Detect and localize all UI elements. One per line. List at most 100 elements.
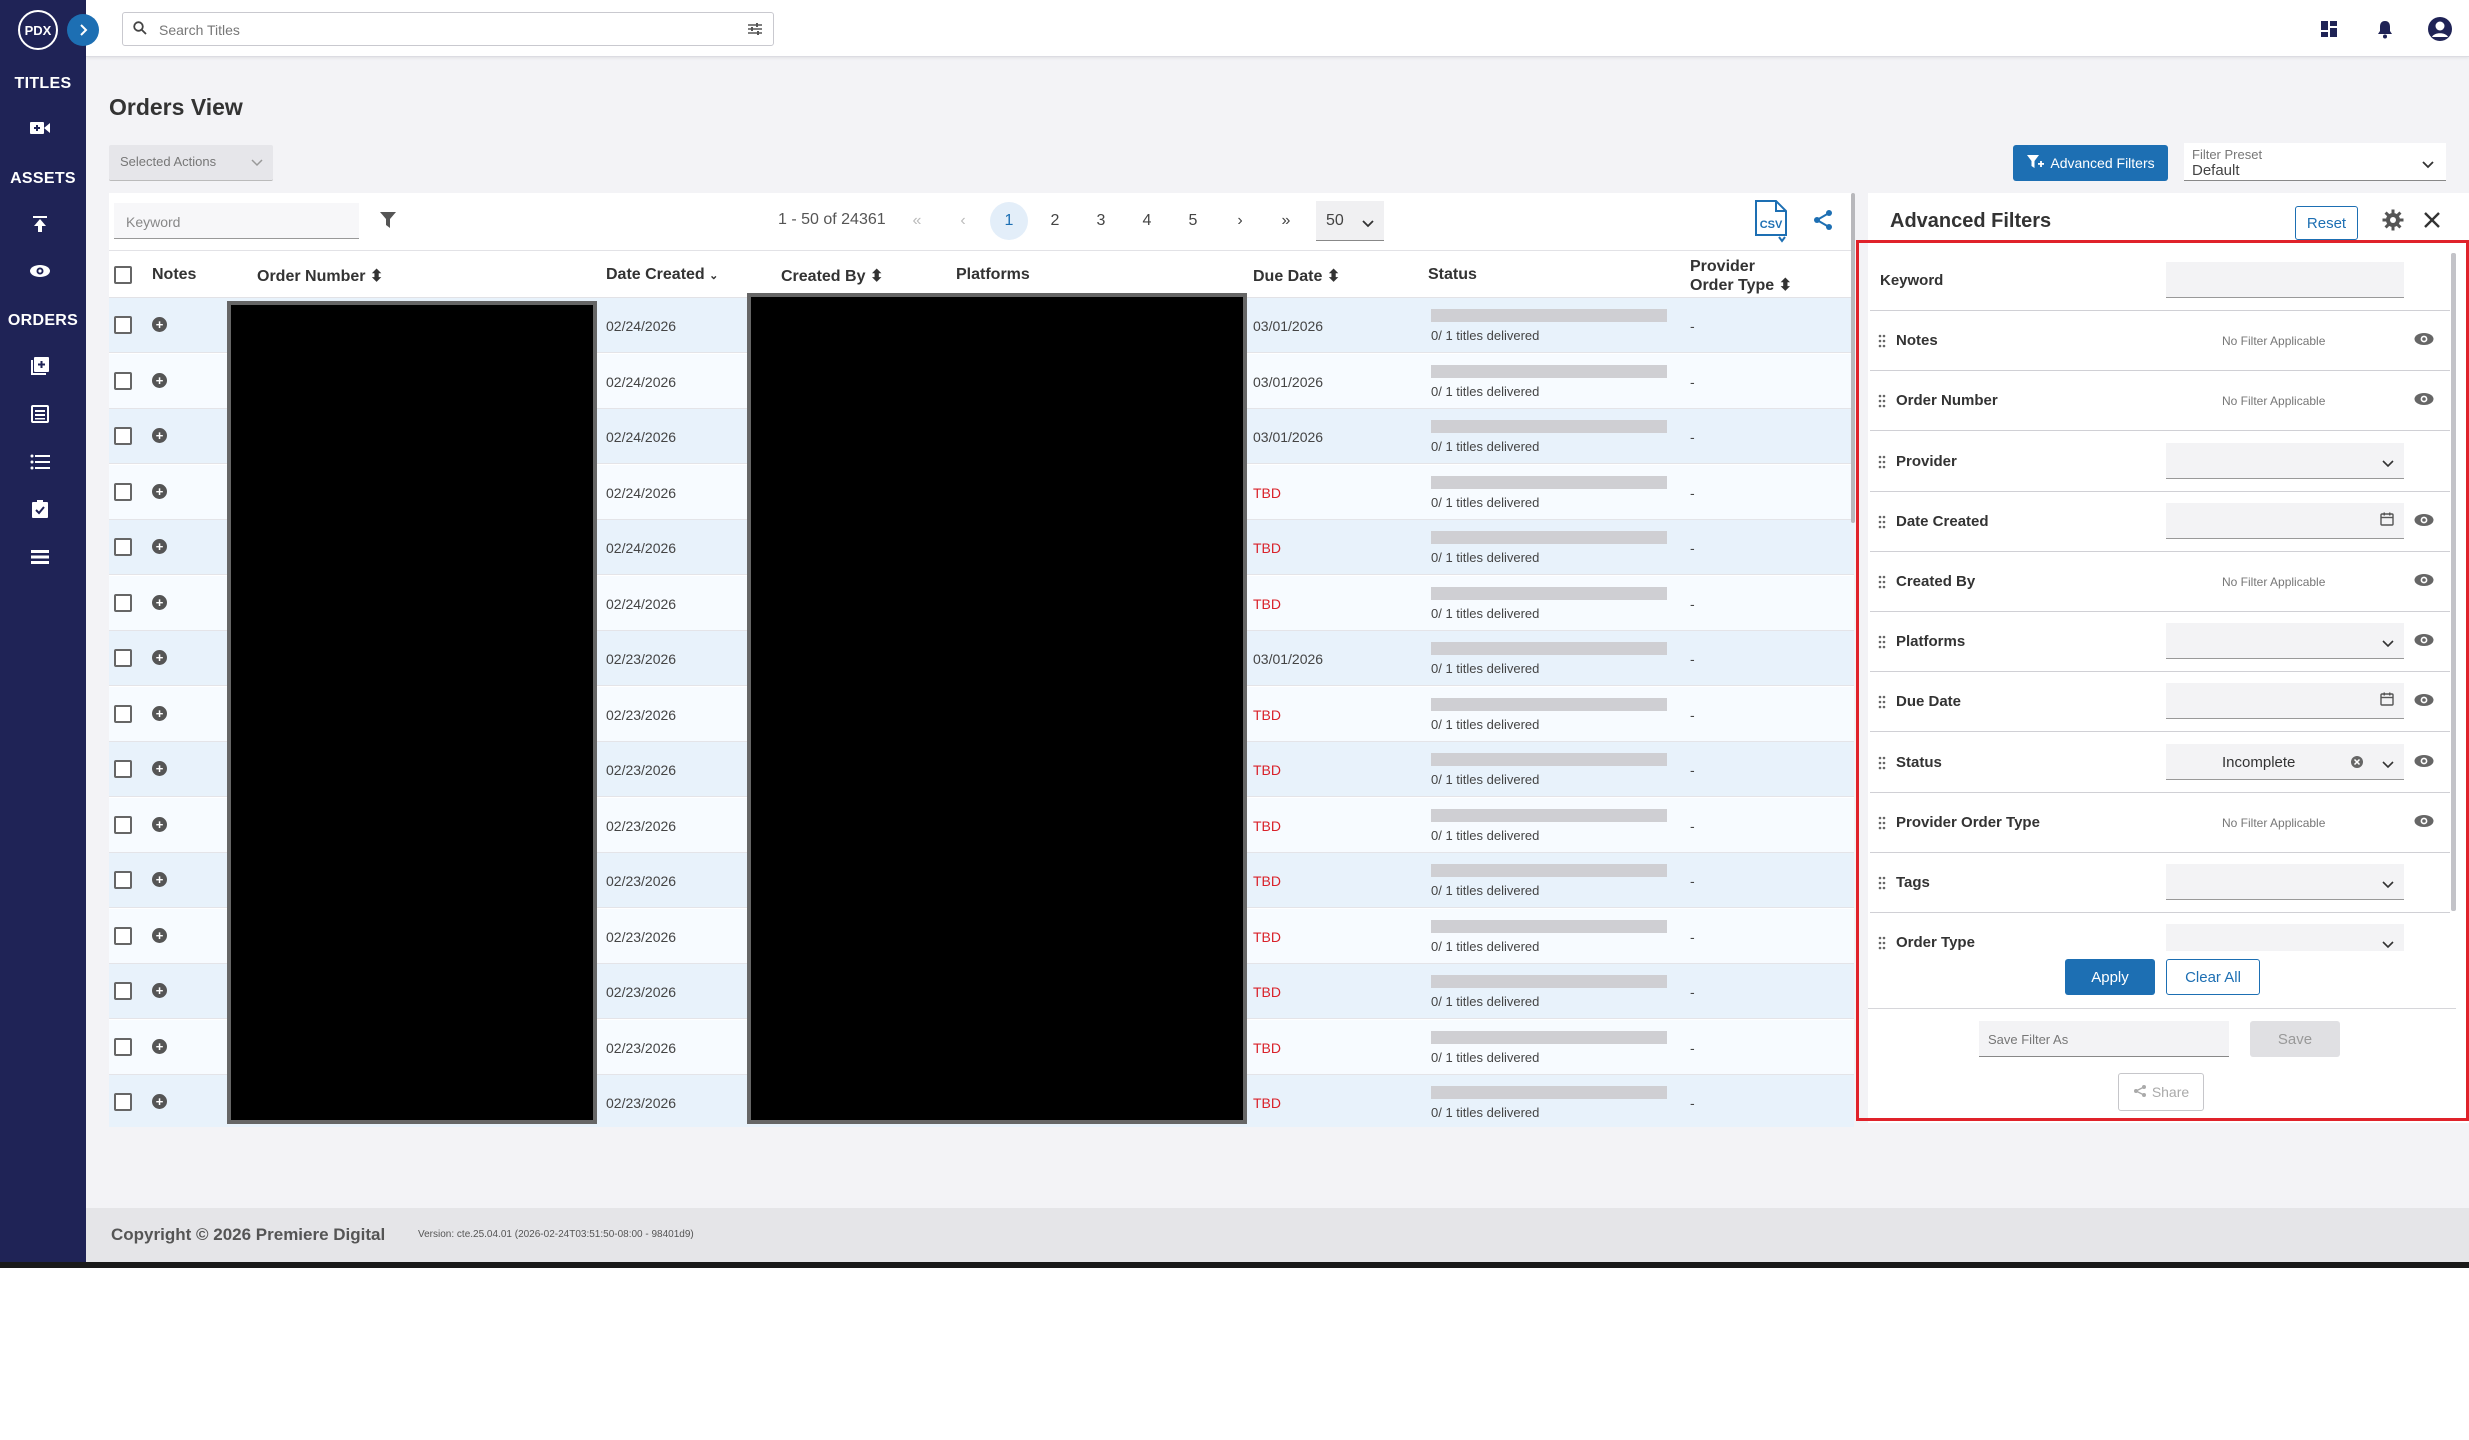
row-checkbox[interactable] bbox=[114, 982, 132, 1000]
drag-handle-icon[interactable] bbox=[1878, 936, 1886, 951]
drag-handle-icon[interactable] bbox=[1878, 575, 1886, 594]
add-note-icon[interactable]: + bbox=[152, 428, 167, 443]
last-page-button[interactable]: » bbox=[1269, 203, 1303, 239]
add-note-icon[interactable]: + bbox=[152, 317, 167, 332]
add-note-icon[interactable]: + bbox=[152, 650, 167, 665]
clipboard-check-icon[interactable] bbox=[28, 497, 52, 521]
stack-list-icon[interactable] bbox=[28, 545, 52, 569]
row-checkbox[interactable] bbox=[114, 705, 132, 723]
per-page-select[interactable]: 50 bbox=[1316, 201, 1384, 241]
row-checkbox[interactable] bbox=[114, 871, 132, 889]
keyword-input[interactable]: Keyword bbox=[114, 203, 359, 239]
page-5-button[interactable]: 5 bbox=[1176, 203, 1210, 239]
select-all-checkbox[interactable] bbox=[114, 266, 132, 284]
sidebar-section-orders[interactable]: ORDERS bbox=[0, 312, 86, 330]
calendar-icon[interactable] bbox=[2380, 692, 2394, 711]
drag-handle-icon[interactable] bbox=[1878, 756, 1886, 775]
save-filter-button[interactable]: Save bbox=[2250, 1021, 2340, 1057]
visibility-icon[interactable] bbox=[2414, 513, 2434, 532]
page-3-button[interactable]: 3 bbox=[1084, 203, 1118, 239]
sidebar-section-titles[interactable]: TITLES bbox=[0, 75, 86, 93]
add-order-icon[interactable] bbox=[28, 354, 52, 378]
clear-all-button[interactable]: Clear All bbox=[2166, 959, 2260, 995]
add-note-icon[interactable]: + bbox=[152, 761, 167, 776]
row-checkbox[interactable] bbox=[114, 594, 132, 612]
visibility-icon[interactable] bbox=[2414, 332, 2434, 351]
drag-handle-icon[interactable] bbox=[1878, 455, 1886, 474]
visibility-icon[interactable] bbox=[2414, 392, 2434, 411]
filter-preset-select[interactable]: Filter Preset Default bbox=[2184, 143, 2446, 181]
drag-handle-icon[interactable] bbox=[1878, 695, 1886, 714]
reset-button[interactable]: Reset bbox=[2295, 206, 2358, 240]
column-due-date[interactable]: Due Date ⬍ bbox=[1253, 266, 1340, 286]
row-checkbox[interactable] bbox=[114, 816, 132, 834]
row-checkbox[interactable] bbox=[114, 316, 132, 334]
visibility-icon[interactable] bbox=[2414, 814, 2434, 833]
drag-handle-icon[interactable] bbox=[1878, 816, 1886, 835]
upload-icon[interactable] bbox=[28, 212, 52, 236]
prev-page-button[interactable]: ‹ bbox=[946, 203, 980, 239]
bell-icon[interactable] bbox=[2372, 16, 2398, 42]
row-checkbox[interactable] bbox=[114, 760, 132, 778]
share-icon[interactable] bbox=[1813, 209, 1833, 236]
row-checkbox[interactable] bbox=[114, 927, 132, 945]
row-checkbox[interactable] bbox=[114, 372, 132, 390]
add-note-icon[interactable]: + bbox=[152, 983, 167, 998]
visibility-icon[interactable] bbox=[2414, 633, 2434, 652]
order-list-icon[interactable] bbox=[28, 402, 52, 426]
date-created-date-input[interactable] bbox=[2166, 503, 2404, 539]
drag-handle-icon[interactable] bbox=[1878, 515, 1886, 534]
add-note-icon[interactable]: + bbox=[152, 539, 167, 554]
keyword-filter-input[interactable] bbox=[2166, 262, 2404, 298]
add-note-icon[interactable]: + bbox=[152, 872, 167, 887]
add-note-icon[interactable]: + bbox=[152, 1039, 167, 1054]
visibility-icon[interactable] bbox=[2414, 693, 2434, 712]
row-checkbox[interactable] bbox=[114, 649, 132, 667]
row-checkbox[interactable] bbox=[114, 1093, 132, 1111]
column-provider-order-type[interactable]: Provider Order Type ⬍ bbox=[1690, 257, 1792, 295]
gear-icon[interactable] bbox=[2382, 209, 2404, 236]
drag-handle-icon[interactable] bbox=[1878, 635, 1886, 654]
page-1-button[interactable]: 1 bbox=[990, 202, 1028, 240]
tags-filter-select[interactable] bbox=[2166, 864, 2404, 900]
status-filter-select[interactable]: Incomplete bbox=[2166, 744, 2404, 780]
account-icon[interactable] bbox=[2427, 16, 2453, 42]
drag-handle-icon[interactable] bbox=[1878, 394, 1886, 413]
visibility-icon[interactable] bbox=[2414, 754, 2434, 773]
filter-list-scrollbar[interactable] bbox=[2451, 253, 2456, 911]
video-add-icon[interactable] bbox=[28, 116, 52, 140]
advanced-filters-button[interactable]: Advanced Filters bbox=[2013, 145, 2168, 181]
search-input[interactable]: Search Titles bbox=[122, 12, 774, 46]
csv-export-icon[interactable]: CSV bbox=[1752, 199, 1790, 248]
first-page-button[interactable]: « bbox=[900, 203, 934, 239]
row-checkbox[interactable] bbox=[114, 538, 132, 556]
filter-icon[interactable] bbox=[379, 211, 397, 234]
list-icon[interactable] bbox=[28, 450, 52, 474]
pdx-logo[interactable]: PDX bbox=[18, 10, 58, 50]
column-created-by[interactable]: Created By ⬍ bbox=[781, 266, 883, 286]
row-checkbox[interactable] bbox=[114, 483, 132, 501]
save-filter-name-input[interactable]: Save Filter As bbox=[1979, 1021, 2229, 1057]
table-scrollbar[interactable] bbox=[1851, 193, 1855, 523]
add-note-icon[interactable]: + bbox=[152, 706, 167, 721]
drag-handle-icon[interactable] bbox=[1878, 334, 1886, 353]
add-note-icon[interactable]: + bbox=[152, 928, 167, 943]
order-type-filter-select[interactable] bbox=[2166, 924, 2404, 951]
page-4-button[interactable]: 4 bbox=[1130, 203, 1164, 239]
sidebar-section-assets[interactable]: ASSETS bbox=[0, 170, 86, 188]
platforms-filter-select[interactable] bbox=[2166, 623, 2404, 659]
sidebar-expand-button[interactable] bbox=[67, 14, 99, 46]
calendar-icon[interactable] bbox=[2380, 512, 2394, 531]
tune-icon[interactable] bbox=[747, 22, 763, 41]
page-2-button[interactable]: 2 bbox=[1038, 203, 1072, 239]
row-checkbox[interactable] bbox=[114, 427, 132, 445]
add-note-icon[interactable]: + bbox=[152, 484, 167, 499]
selected-actions-dropdown[interactable]: Selected Actions bbox=[109, 145, 273, 181]
eye-icon[interactable] bbox=[28, 259, 52, 283]
column-date-created[interactable]: Date Created ⌄ bbox=[606, 266, 718, 284]
add-note-icon[interactable]: + bbox=[152, 1094, 167, 1109]
add-note-icon[interactable]: + bbox=[152, 595, 167, 610]
dashboard-icon[interactable] bbox=[2316, 16, 2342, 42]
add-note-icon[interactable]: + bbox=[152, 817, 167, 832]
due-date-date-input[interactable] bbox=[2166, 683, 2404, 719]
